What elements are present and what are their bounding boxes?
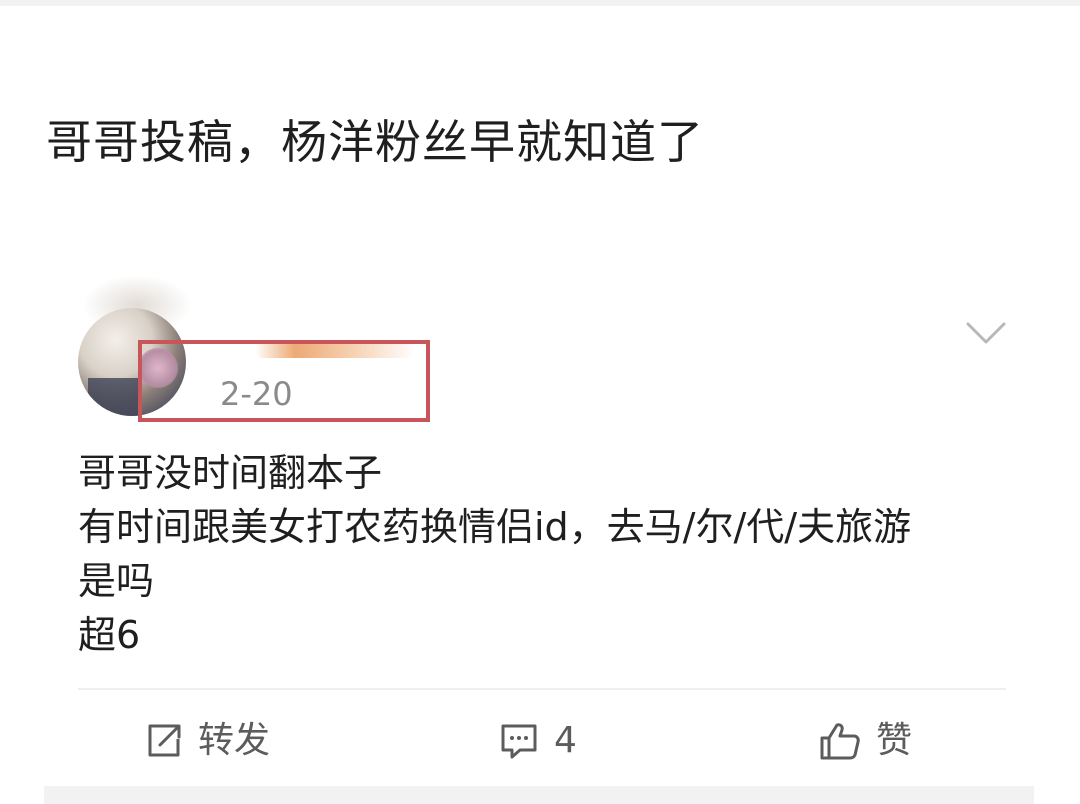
avatar-detail xyxy=(88,378,138,416)
post-body-line: 超6 xyxy=(78,613,141,657)
repost-label: 转发 xyxy=(198,720,271,761)
comment-count: 4 xyxy=(554,720,577,761)
comment-button[interactable]: 4 xyxy=(498,716,577,766)
post-body-line: 有时间跟美女打农药换情侣id，去马/尔/代/夫旅游 xyxy=(78,505,912,549)
bottom-separator xyxy=(44,786,1034,804)
thumbs-up-icon xyxy=(818,720,862,762)
like-button[interactable]: 赞 xyxy=(818,716,912,766)
post-body: 哥哥没时间翻本子 有时间跟美女打农药换情侣id，去马/尔/代/夫旅游 是吗 超6 xyxy=(78,446,1018,662)
post-screen: 哥哥投稿，杨洋粉丝早就知道了 2-20 哥哥没时间翻本子 有时间跟美女打农药换情… xyxy=(0,0,1080,804)
repost-button[interactable]: 转发 xyxy=(144,716,270,766)
highlight-annotation-box xyxy=(138,340,430,422)
chevron-down-icon[interactable] xyxy=(966,318,1006,348)
post-body-line: 是吗 xyxy=(78,559,155,603)
like-label: 赞 xyxy=(876,720,913,761)
action-bar-divider xyxy=(78,688,1006,690)
headline-title: 哥哥投稿，杨洋粉丝早就知道了 xyxy=(46,115,704,169)
post-body-line: 哥哥没时间翻本子 xyxy=(78,451,383,495)
comment-icon xyxy=(498,721,540,761)
top-divider xyxy=(0,0,1080,6)
share-icon xyxy=(144,721,184,761)
